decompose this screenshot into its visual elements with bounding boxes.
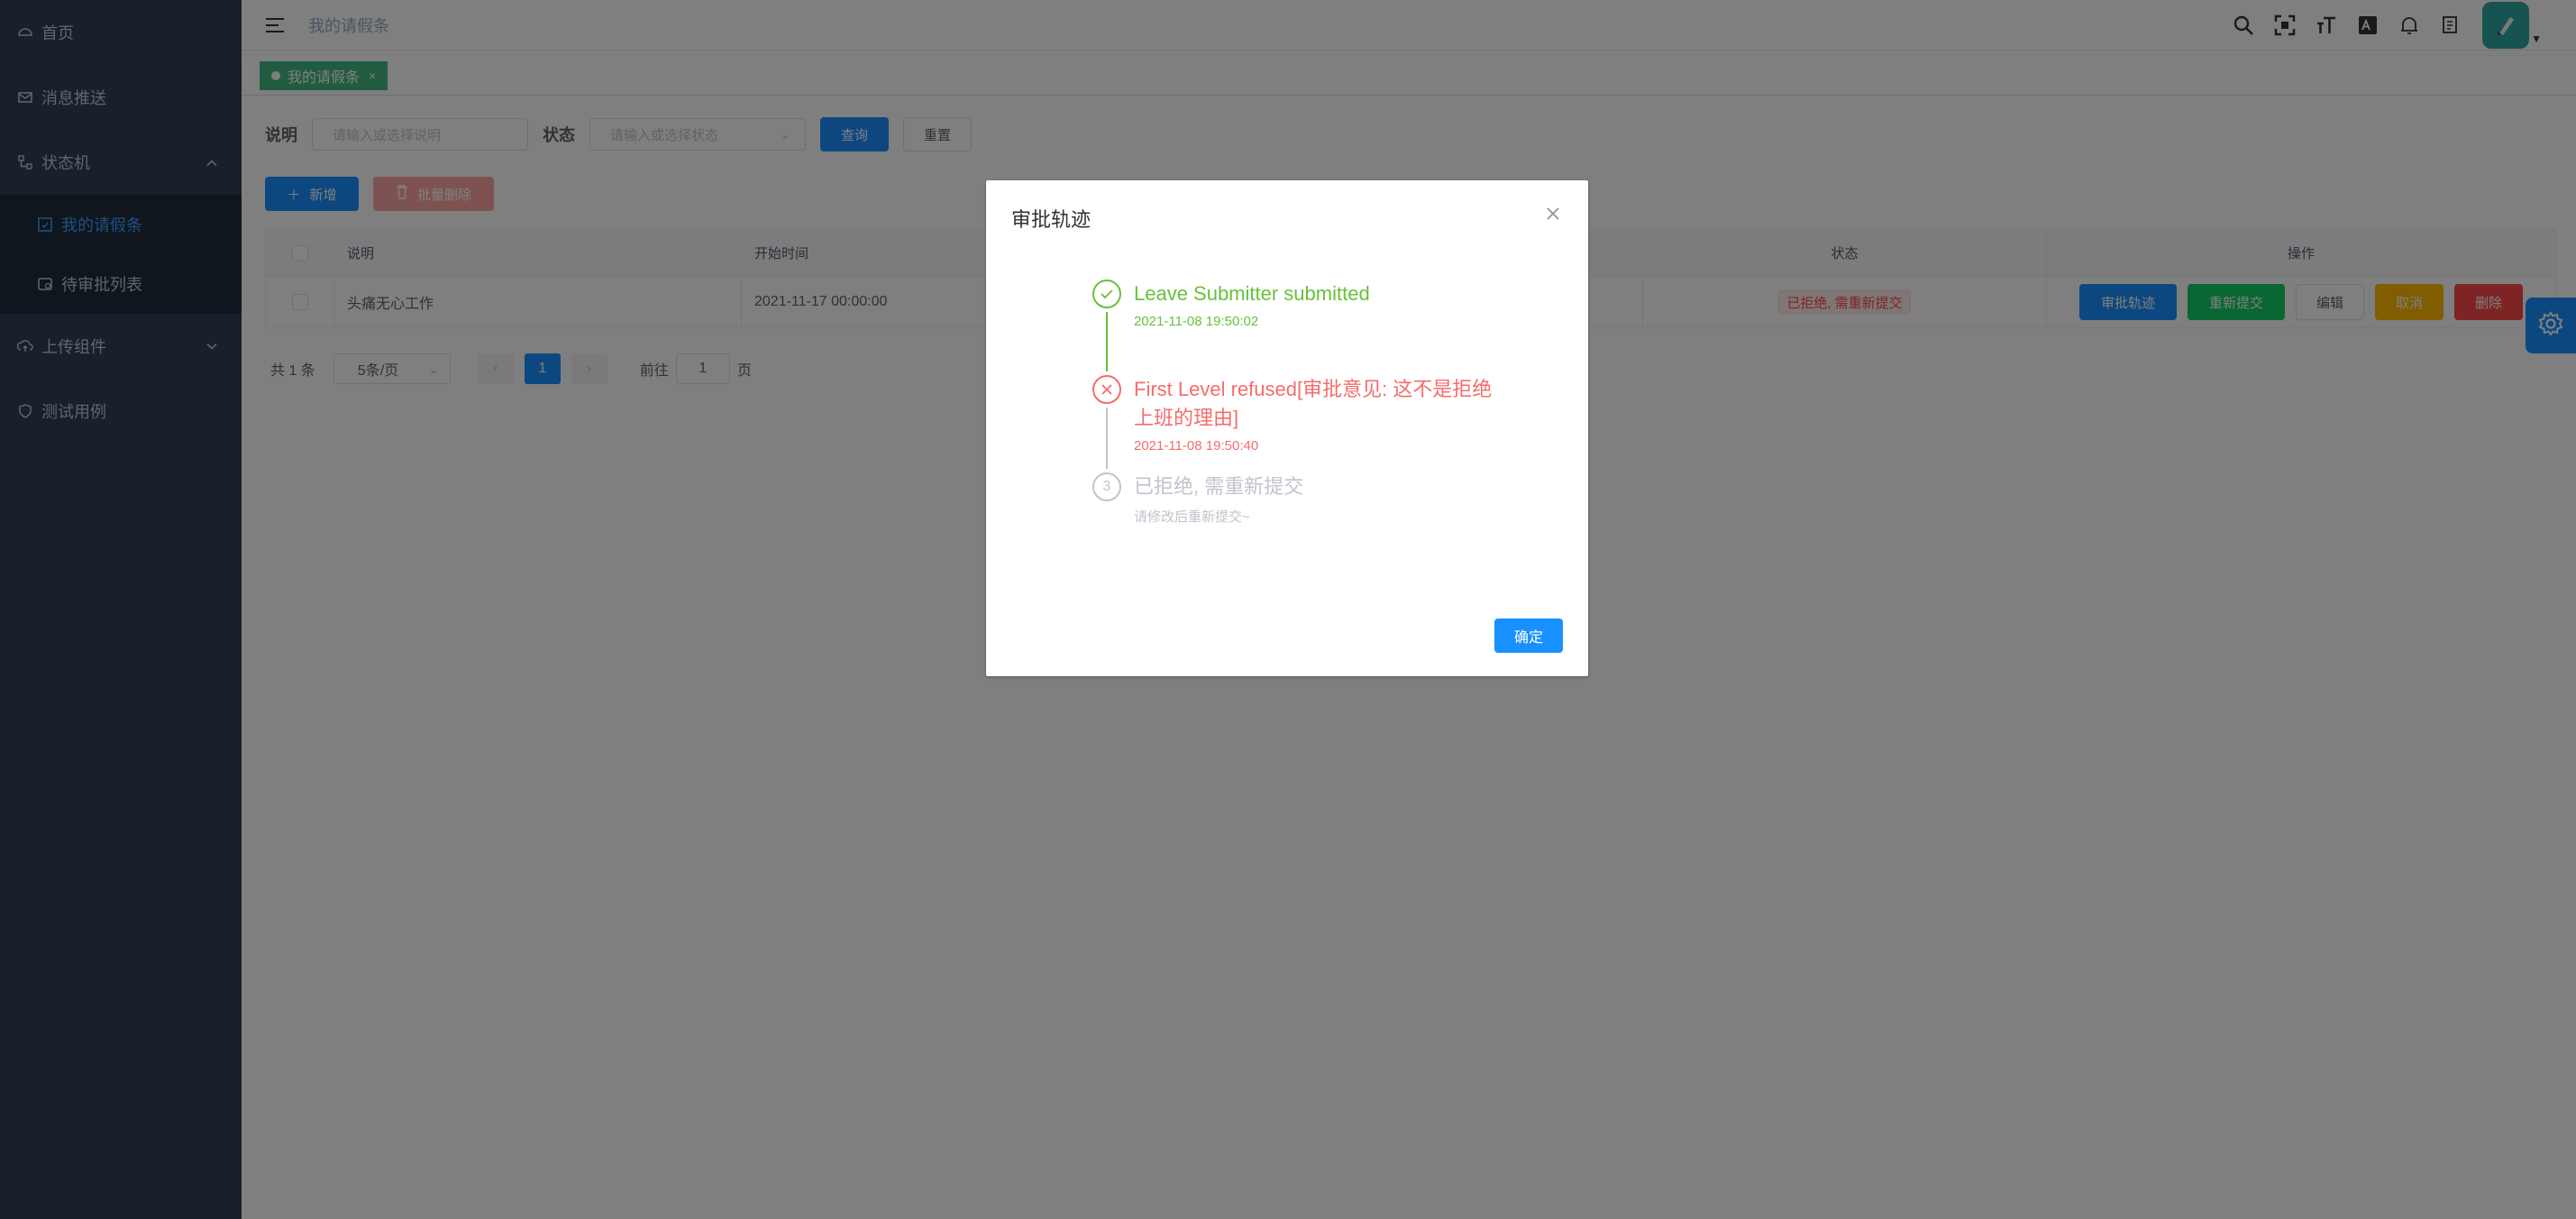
approval-steps: Leave Submitter submitted 2021-11-08 19:… <box>1092 280 1507 545</box>
step-item: First Level refused[审批意见: 这不是拒绝上班的理由] 20… <box>1092 375 1507 472</box>
step-desc: 2021-11-08 19:50:02 <box>1134 314 1259 329</box>
step-desc: 请修改后重新提交~ <box>1134 509 1250 525</box>
check-icon <box>1092 280 1121 308</box>
step-item: Leave Submitter submitted 2021-11-08 19:… <box>1092 280 1507 375</box>
step-item: 3 已拒绝, 需重新提交 请修改后重新提交~ <box>1092 472 1507 545</box>
approval-trace-dialog: 审批轨迹 Leave Submitter submitted 2021-11-0… <box>986 180 1588 676</box>
step-connector <box>1106 408 1108 469</box>
step-title: Leave Submitter submitted <box>1134 282 1370 305</box>
step-desc: 2021-11-08 19:50:40 <box>1134 438 1259 454</box>
close-icon <box>1092 375 1121 404</box>
step-number: 3 <box>1092 472 1121 501</box>
close-icon[interactable] <box>1543 204 1563 224</box>
confirm-button[interactable]: 确定 <box>1494 619 1563 653</box>
step-connector <box>1106 312 1108 371</box>
dialog-title: 审批轨迹 <box>1011 208 1092 231</box>
step-title: First Level refused[审批意见: 这不是拒绝上班的理由] <box>1134 378 1493 429</box>
step-title: 已拒绝, 需重新提交 <box>1134 475 1304 498</box>
